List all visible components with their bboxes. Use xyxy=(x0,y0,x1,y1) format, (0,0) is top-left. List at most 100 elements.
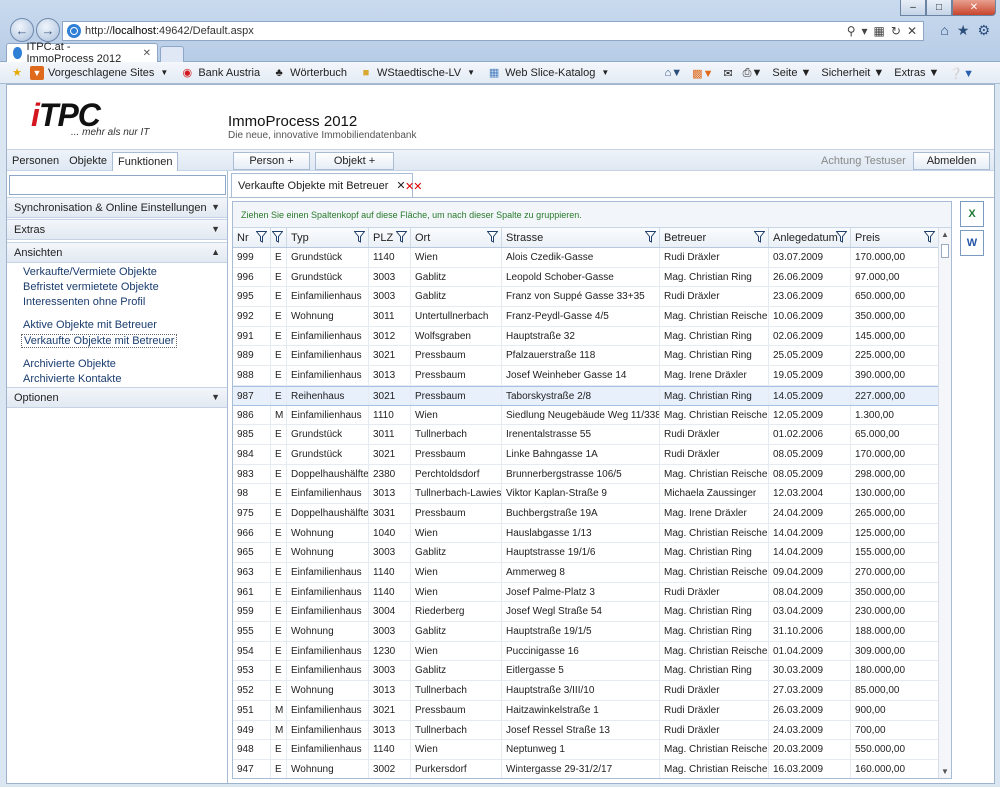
column-header-typ[interactable]: Typ xyxy=(287,228,369,247)
new-tab-button[interactable] xyxy=(160,46,184,62)
tab-objekte[interactable]: Objekte xyxy=(64,152,112,171)
section-ansichten[interactable]: Ansichten ▲ xyxy=(7,242,227,263)
filter-icon[interactable] xyxy=(924,231,935,243)
close-icon[interactable]: ✕ xyxy=(952,0,996,16)
table-row[interactable]: 986 M Einfamilienhaus 1110 Wien Siedlung Neug… xyxy=(233,405,951,426)
fav-woerterbuch[interactable]: ♣ Wörterbuch xyxy=(272,66,347,80)
logout-button[interactable]: Abmelden xyxy=(913,152,990,170)
menu-sicherheit[interactable]: Sicherheit ▼ xyxy=(821,67,884,79)
column-header-anlegedatum[interactable]: Anlegedatum xyxy=(769,228,851,247)
table-row[interactable]: 992 E Wohnung 3011 Untertullnerbach Franz-Pey… xyxy=(233,307,951,327)
section-optionen[interactable]: Optionen ▼ xyxy=(7,387,227,408)
tab-funktionen[interactable]: Funktionen xyxy=(112,152,179,171)
add-objekt-button[interactable]: Objekt + xyxy=(315,152,394,170)
table-row[interactable]: 996 E Grundstück 3003 Gablitz Leopold Schober… xyxy=(233,267,951,288)
tools-gear-icon[interactable]: ⚙ xyxy=(977,22,990,39)
tab-personen[interactable]: Personen xyxy=(7,152,64,171)
dropdown-chevron-icon[interactable]: ▾ xyxy=(862,24,868,38)
table-row[interactable]: 951 M Einfamilienhaus 3021 Pressbaum Haitzawi… xyxy=(233,700,951,721)
table-row[interactable]: 965 E Wohnung 3003 Gablitz Hauptstrasse 19/1/… xyxy=(233,543,951,563)
sidebar-link-interessenten[interactable]: Interessenten ohne Profil xyxy=(23,296,145,308)
scroll-thumb[interactable] xyxy=(941,244,949,258)
filter-icon[interactable] xyxy=(272,231,283,243)
table-row[interactable]: 984 E Grundstück 3021 Pressbaum Linke Bahngas… xyxy=(233,444,951,465)
add-person-button[interactable]: Person + xyxy=(233,152,310,170)
column-header-nr[interactable]: Nr xyxy=(233,228,271,247)
mail-icon[interactable]: ✉ xyxy=(723,67,732,80)
table-row[interactable]: 953 E Einfamilienhaus 3003 Gablitz Eitlergass… xyxy=(233,661,951,682)
minimize-icon[interactable]: – xyxy=(900,0,926,16)
table-row[interactable]: 954 E Einfamilienhaus 1230 Wien Puccinigasse … xyxy=(233,641,951,662)
section-extras[interactable]: Extras ▼ xyxy=(7,219,227,240)
table-row[interactable]: 989 E Einfamilienhaus 3021 Pressbaum Pfalzaue… xyxy=(233,346,951,367)
table-row[interactable]: 999 E Grundstück 1140 Wien Alois Czedik-Gasse… xyxy=(233,248,951,268)
favorites-icon[interactable]: ★ xyxy=(10,66,24,80)
home-icon[interactable]: ⌂ xyxy=(940,22,948,39)
browser-tab[interactable]: ITPC.at - ImmoProcess 2012 ✕ xyxy=(6,41,158,65)
scroll-up-icon[interactable]: ▲ xyxy=(941,230,949,239)
home-menu-icon[interactable]: ⌂▼ xyxy=(665,67,683,79)
column-header-strasse[interactable]: Strasse xyxy=(502,228,660,247)
favorites-star-icon[interactable]: ★ xyxy=(957,22,970,39)
menu-extras[interactable]: Extras ▼ xyxy=(894,67,939,79)
section-sync[interactable]: Synchronisation & Online Einstellungen ▼ xyxy=(7,197,227,218)
sidebar-link-verkaufte-vermiete[interactable]: Verkaufte/Vermiete Objekte xyxy=(23,266,157,278)
sidebar-link-befristet[interactable]: Befristet vermietete Objekte xyxy=(23,281,159,293)
table-row[interactable]: 948 E Einfamilienhaus 1140 Wien Neptunweg 1 Ma… xyxy=(233,740,951,760)
column-header-ort[interactable]: Ort xyxy=(411,228,502,247)
table-row[interactable]: 995 E Einfamilienhaus 3003 Gablitz Franz von … xyxy=(233,287,951,308)
grid-scrollbar[interactable]: ▲ ▼ xyxy=(938,228,951,778)
column-header-preis[interactable]: Preis xyxy=(851,228,939,247)
feeds-icon[interactable]: ▩▼ xyxy=(692,67,713,80)
fav-suggested-sites[interactable]: ▼ Vorgeschlagene Sites ▼ xyxy=(30,65,168,80)
filter-icon[interactable] xyxy=(487,231,498,243)
address-bar[interactable]: http://localhost:49642/Default.aspx ⚲ ▾ … xyxy=(62,21,924,41)
fav-web-slice[interactable]: ▦ Web Slice-Katalog ▼ xyxy=(487,66,609,80)
sidebar-link-verkaufte-betreuer[interactable]: Verkaufte Objekte mit Betreuer xyxy=(21,334,178,348)
column-header-plz[interactable]: PLZ xyxy=(369,228,411,247)
refresh-icon[interactable]: ↻ xyxy=(891,24,901,38)
filter-icon[interactable] xyxy=(645,231,656,243)
sidebar-link-archivierte-kontakte[interactable]: Archivierte Kontakte xyxy=(23,373,121,385)
maximize-icon[interactable]: □ xyxy=(926,0,952,16)
export-excel-icon[interactable]: X xyxy=(960,201,984,227)
table-row[interactable]: 963 E Einfamilienhaus 1140 Wien Ammerweg 8 Mag… xyxy=(233,563,951,583)
table-row[interactable]: 987 E Reihenhaus 3021 Pressbaum Taborskystraß… xyxy=(233,385,951,406)
table-row[interactable]: 959 E Einfamilienhaus 3004 Riederberg Josef W… xyxy=(233,602,951,623)
table-row[interactable]: 988 E Einfamilienhaus 3013 Pressbaum Josef We… xyxy=(233,366,951,386)
sidebar-search-input[interactable] xyxy=(9,175,226,195)
column-header-art[interactable] xyxy=(271,228,287,247)
back-arrow-icon[interactable]: ← xyxy=(10,18,34,42)
fav-bank-austria[interactable]: ◉ Bank Austria xyxy=(180,66,261,80)
filter-icon[interactable] xyxy=(256,231,267,243)
compat-view-icon[interactable]: ▦ xyxy=(874,24,885,38)
table-row[interactable]: 991 E Einfamilienhaus 3012 Wolfsgraben Haupts… xyxy=(233,326,951,347)
column-header-betreuer[interactable]: Betreuer xyxy=(660,228,769,247)
table-row[interactable]: 947 E Wohnung 3002 Purkersdorf Wintergasse 29… xyxy=(233,759,951,778)
help-icon[interactable]: ❔▼ xyxy=(949,67,974,80)
filter-icon[interactable] xyxy=(754,231,765,243)
close-all-tabs-icon[interactable]: ✕✕ xyxy=(405,180,422,193)
group-panel[interactable]: Ziehen Sie einen Spaltenkopf auf diese F… xyxy=(233,202,951,228)
fav-wstaedtische[interactable]: ■ WStaedtische-LV ▼ xyxy=(359,66,475,80)
filter-icon[interactable] xyxy=(836,231,847,243)
forward-arrow-icon[interactable]: → xyxy=(36,18,60,42)
search-icon[interactable]: ⚲ xyxy=(847,24,856,38)
table-row[interactable]: 985 E Grundstück 3011 Tullnerbach Irenentalst… xyxy=(233,425,951,445)
table-row[interactable]: 975 E Doppelhaushälfte 3031 Pressbaum Buchber… xyxy=(233,503,951,524)
filter-icon[interactable] xyxy=(354,231,365,243)
scroll-down-icon[interactable]: ▼ xyxy=(941,767,949,776)
table-row[interactable]: 955 E Wohnung 3003 Gablitz Hauptstraße 19/1/5… xyxy=(233,622,951,642)
table-row[interactable]: 952 E Wohnung 3013 Tullnerbach Hauptstraße 3/… xyxy=(233,681,951,701)
export-word-icon[interactable]: W xyxy=(960,230,984,256)
close-tab-icon[interactable]: ✕ xyxy=(143,48,151,59)
print-icon[interactable]: ⎙▼ xyxy=(743,67,763,80)
table-row[interactable]: 961 E Einfamilienhaus 1140 Wien Josef Palme-P… xyxy=(233,582,951,603)
stop-icon[interactable]: ✕ xyxy=(907,24,917,38)
sidebar-link-aktive[interactable]: Aktive Objekte mit Betreuer xyxy=(23,319,157,331)
table-row[interactable]: 949 M Einfamilienhaus 3013 Tullnerbach Josef … xyxy=(233,720,951,741)
sidebar-link-archivierte-objekte[interactable]: Archivierte Objekte xyxy=(23,358,116,370)
doc-tab[interactable]: Verkaufte Objekte mit Betreuer ✕ xyxy=(231,173,413,197)
filter-icon[interactable] xyxy=(396,231,407,243)
table-row[interactable]: 98 E Einfamilienhaus 3013 Tullnerbach-Lawies… xyxy=(233,484,951,504)
